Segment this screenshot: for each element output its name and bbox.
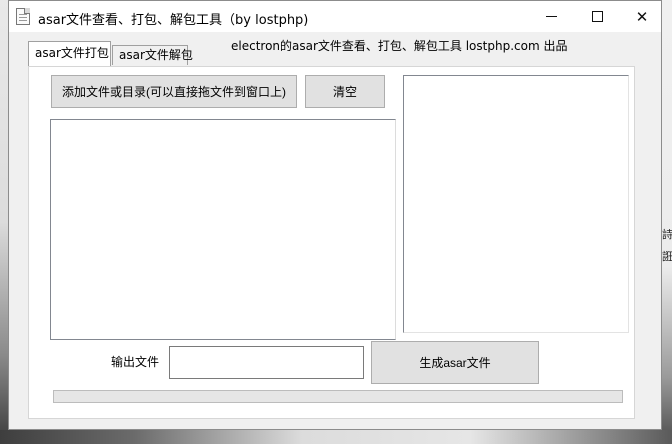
desktop-background-right: 詩 誑: [662, 0, 672, 444]
window-title: asar文件查看、打包、解包工具（by lostphp): [38, 13, 309, 28]
output-file-label: 输出文件: [111, 355, 160, 369]
minimize-button[interactable]: [528, 1, 574, 32]
add-files-button[interactable]: 添加文件或目录(可以直接拖文件到窗口上): [51, 75, 297, 108]
title-bar[interactable]: asar文件查看、打包、解包工具（by lostphp) ✕: [9, 1, 661, 32]
tab-asar-unpack[interactable]: asar文件解包: [112, 45, 193, 65]
generate-asar-button[interactable]: 生成asar文件: [371, 341, 539, 384]
tab-asar-pack[interactable]: asar文件打包: [28, 41, 111, 66]
background-window-text: 詩: [662, 228, 672, 241]
desktop-background-left: [0, 0, 8, 444]
file-list[interactable]: [50, 119, 396, 340]
minimize-icon: [545, 16, 557, 17]
output-file-input[interactable]: [169, 346, 364, 379]
file-preview-box[interactable]: [403, 75, 629, 333]
app-tagline: electron的asar文件查看、打包、解包工具 lostphp.com 出品: [231, 39, 568, 53]
desktop-background-bottom: [0, 430, 672, 444]
clear-button[interactable]: 清空: [305, 75, 385, 108]
maximize-button[interactable]: [574, 1, 620, 32]
close-button[interactable]: ✕: [619, 1, 665, 32]
maximize-icon: [591, 11, 603, 22]
document-icon: [16, 8, 30, 25]
progress-bar: [53, 390, 623, 403]
background-window-text: 誑: [662, 250, 672, 263]
close-icon: ✕: [635, 7, 649, 26]
app-window: asar文件查看、打包、解包工具（by lostphp) ✕ electron的…: [8, 0, 662, 430]
pack-tab-panel: 添加文件或目录(可以直接拖文件到窗口上) 清空 输出文件 生成asar文件: [28, 66, 635, 419]
